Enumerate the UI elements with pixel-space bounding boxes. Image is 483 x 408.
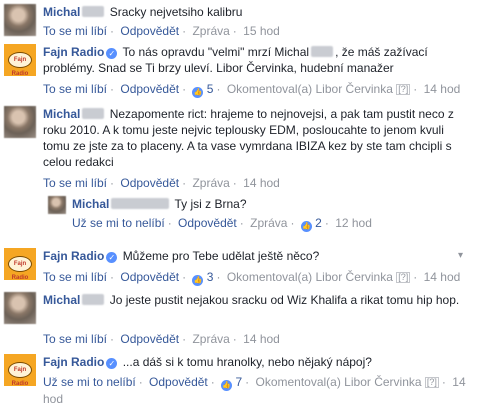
avatar[interactable] [4, 292, 36, 324]
verified-icon: ✓ [106, 358, 118, 369]
logo-text: Fajn Radio [11, 261, 29, 280]
logo-text: Fajn Radio [11, 57, 29, 76]
comment-actions: To se mi líbí · Odpovědět · 👍 5 · Okomentov… [43, 82, 461, 98]
author-name[interactable]: Fajn Radio [43, 45, 104, 59]
timestamp[interactable]: 14 hod [243, 176, 280, 190]
reply-button[interactable]: Odpovědět [120, 176, 179, 190]
redacted-name [82, 6, 105, 17]
like-button[interactable]: To se mi líbí [43, 332, 107, 346]
avatar[interactable]: Fajn Radio [4, 248, 36, 280]
verified-icon: ✓ [106, 48, 118, 59]
comment-body: Michal Sracky nejvetsiho kalibru [43, 4, 473, 20]
logo-text: Fajn Radio [11, 367, 29, 386]
like-icon: 👍 [192, 87, 204, 98]
help-icon[interactable]: [?] [424, 377, 439, 388]
like-button[interactable]: To se mi líbí [43, 82, 107, 96]
comment-text: ...a dáš si k tomu hranolky, nebo nějaký… [122, 355, 372, 369]
reaction-count[interactable]: 2 [315, 216, 322, 230]
reply-button[interactable]: Odpovědět [120, 332, 179, 346]
author-name[interactable]: Michal [43, 293, 80, 307]
reply-button[interactable]: Odpovědět [120, 82, 179, 96]
like-icon: 👍 [221, 380, 233, 391]
help-icon[interactable]: [?] [396, 272, 411, 283]
commented-by[interactable]: Okomentoval(a) Libor Červinka [227, 270, 393, 284]
verified-icon: ✓ [106, 252, 118, 263]
comment-actions: To se mi líbí · Odpovědět · Zpráva · 14 hod [43, 176, 280, 190]
comment-body: Fajn Radio ✓ Můžeme pro Tebe udělat ještě… [43, 248, 453, 264]
redacted-name [82, 294, 105, 305]
message-button[interactable]: Zpráva [192, 176, 229, 190]
like-button[interactable]: To se mi líbí [43, 176, 107, 190]
radio-logo: Fajn Radio [8, 362, 32, 386]
timestamp[interactable]: 14 hod [424, 270, 461, 284]
redacted-name [111, 198, 170, 209]
comment-text: Nezapomente rict: hrajeme to nejnovejsi,… [43, 107, 454, 169]
chevron-down-icon[interactable]: ▾ [458, 250, 463, 261]
avatar[interactable] [4, 106, 36, 138]
commented-by[interactable]: Okomentoval(a) Libor Červinka [255, 375, 421, 389]
reply-button[interactable]: Odpovědět [120, 24, 179, 38]
radio-logo: Fajn Radio [8, 256, 32, 280]
like-icon: 👍 [300, 221, 312, 232]
avatar[interactable] [48, 196, 66, 214]
comment-body: Michal Jo jeste pustit nejakou sracku od… [43, 292, 463, 308]
avatar[interactable] [4, 4, 36, 36]
author-name[interactable]: Michal [72, 197, 109, 211]
redacted-name [311, 46, 334, 57]
comment-actions: Už se mi to nelíbí · Odpovědět · 👍 7 · Okom… [43, 375, 466, 406]
author-name[interactable]: Michal [43, 107, 80, 121]
comment-actions: To se mi líbí · Odpovědět · Zpráva · 15 hod [43, 24, 280, 38]
timestamp[interactable]: 12 hod [335, 216, 372, 230]
radio-logo: Fajn Radio [8, 52, 32, 76]
reply-button[interactable]: Odpovědět [178, 216, 237, 230]
timestamp[interactable]: 14 hod [424, 82, 461, 96]
reply-actions: Už se mi to nelíbí · Odpovědět · Zpráva · 👍… [72, 216, 372, 232]
comment-actions: To se mi líbí · Odpovědět · 👍 3 · Okomentov… [43, 270, 461, 286]
comment-body: Fajn Radio ✓ To nás opravdu "velmi" mrzí … [43, 44, 473, 76]
timestamp[interactable]: 15 hod [243, 24, 280, 38]
like-icon: 👍 [192, 275, 204, 286]
author-name[interactable]: Fajn Radio [43, 249, 104, 263]
help-icon[interactable]: [?] [396, 84, 411, 95]
message-button[interactable]: Zpráva [250, 216, 287, 230]
message-button[interactable]: Zpráva [192, 24, 229, 38]
reply-text: Ty jsi z Brna? [174, 197, 247, 211]
avatar[interactable]: Fajn Radio [4, 354, 36, 386]
comment-body: Fajn Radio ✓ ...a dáš si k tomu hranolky,… [43, 354, 473, 370]
reply-button[interactable]: Odpovědět [120, 270, 179, 284]
author-name[interactable]: Michal [43, 5, 80, 19]
redacted-name [82, 108, 105, 119]
comment-actions: To se mi líbí · Odpovědět · Zpráva · 14 hod [43, 332, 280, 346]
message-button[interactable]: Zpráva [192, 332, 229, 346]
reply-button[interactable]: Odpovědět [149, 375, 208, 389]
timestamp[interactable]: 14 hod [243, 332, 280, 346]
author-name[interactable]: Fajn Radio [43, 355, 104, 369]
commented-by[interactable]: Okomentoval(a) Libor Červinka [227, 82, 393, 96]
comment-text: Sracky nejvetsiho kalibru [109, 5, 243, 19]
like-button[interactable]: To se mi líbí [43, 24, 107, 38]
comment-text-prefix: To nás opravdu "velmi" mrzí Michal [122, 45, 310, 59]
comment-body: Michal Nezapomente rict: hrajeme to nejn… [43, 106, 473, 170]
reply-body: Michal Ty jsi z Brna? [72, 196, 472, 212]
comment-text: Jo jeste pustit nejakou sracku od Wiz Kh… [109, 293, 460, 307]
avatar[interactable]: Fajn Radio [4, 44, 36, 76]
comment-text: Můžeme pro Tebe udělat ještě něco? [122, 249, 320, 263]
unlike-button[interactable]: Už se mi to nelíbí [43, 375, 136, 389]
unlike-button[interactable]: Už se mi to nelíbí [72, 216, 165, 230]
like-button[interactable]: To se mi líbí [43, 270, 107, 284]
